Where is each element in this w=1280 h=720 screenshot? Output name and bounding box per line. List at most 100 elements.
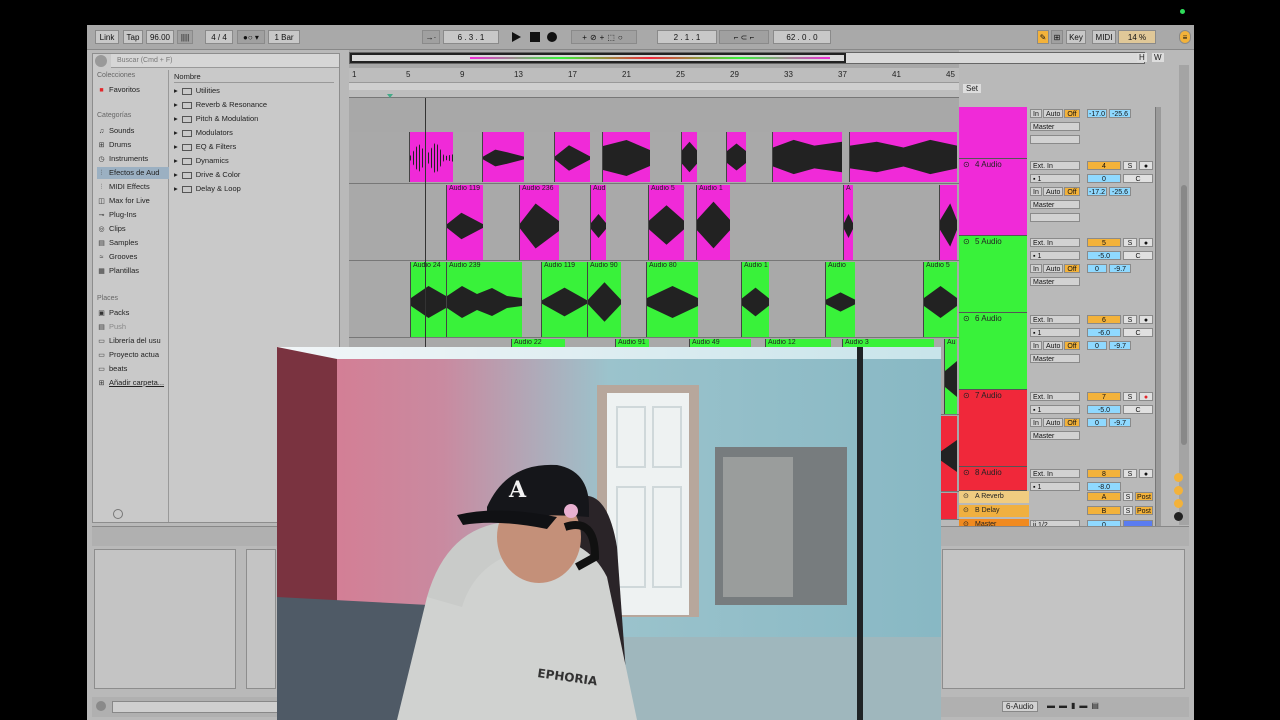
pan-field[interactable]: C (1123, 328, 1153, 337)
monitor-in-button[interactable]: In (1030, 109, 1042, 118)
sidebar-item-max-for-live[interactable]: ◫ Max for Live (97, 195, 169, 207)
list-item[interactable]: ▸ Drive & Color (174, 168, 334, 181)
solo-button[interactable]: S (1123, 469, 1137, 478)
overview-h-button[interactable]: H (1137, 53, 1147, 62)
output-select[interactable]: Master (1030, 122, 1080, 131)
audio-clip[interactable]: Audio 5 (648, 185, 684, 260)
volume-field[interactable]: -6.0 (1087, 328, 1121, 337)
menu-icon[interactable]: ≡ (1179, 30, 1191, 44)
track-header-5[interactable]: ⊙ 5 Audio (959, 236, 1027, 313)
input-channel-select[interactable]: ▪ 1 (1030, 251, 1080, 260)
return-track-a[interactable]: ⊙ A Reverb (959, 491, 1029, 503)
loop-brace-lane[interactable] (349, 82, 959, 90)
input-channel-select[interactable]: ▪ 1 (1030, 482, 1080, 491)
send-a-field[interactable]: 0 (1087, 264, 1107, 273)
tempo-field[interactable]: 96.00 (146, 30, 174, 44)
fold-icon[interactable]: ⊙ (963, 237, 970, 246)
start-marker-icon[interactable] (387, 94, 393, 98)
track-header-6[interactable]: ⊙ 6 Audio (959, 313, 1027, 390)
track-activator[interactable]: 4 (1087, 161, 1121, 170)
sidebar-item-grooves[interactable]: ≈ Grooves (97, 251, 169, 263)
sidebar-item-audio-effects[interactable]: ⫶ Efectos de Aud (97, 167, 169, 179)
monitor-in-button[interactable]: In (1030, 341, 1042, 350)
send-b-field[interactable]: -9.7 (1109, 264, 1131, 273)
io-toggle-icon[interactable] (1174, 473, 1183, 482)
automation-tools[interactable]: +⊘+⬚○ (571, 30, 637, 44)
keyboard-icon[interactable]: ⊞ (1051, 30, 1063, 44)
return-b-activator[interactable]: B (1087, 506, 1121, 515)
sidebar-item-user-library[interactable]: ▭ Librería del usu (97, 335, 169, 347)
play-icon[interactable] (512, 32, 521, 42)
overview-w-button[interactable]: W (1152, 53, 1164, 62)
arm-button[interactable]: ● (1139, 392, 1153, 401)
input-type-select[interactable]: Ext. In (1030, 392, 1080, 401)
fold-icon[interactable]: ⊙ (963, 160, 970, 169)
loop-start-field[interactable]: 2 . 1 . 1 (657, 30, 717, 44)
send-b-field[interactable]: -9.7 (1109, 418, 1131, 427)
output-channel-select[interactable] (1030, 213, 1080, 222)
scrollbar-thumb[interactable] (1181, 185, 1187, 445)
post-button[interactable]: Post (1135, 506, 1153, 515)
monitor-in-button[interactable]: In (1030, 264, 1042, 273)
volume-field[interactable]: -17.0 (1087, 109, 1107, 118)
send-b-field[interactable]: -9.7 (1109, 341, 1131, 350)
track-header-4[interactable]: ⊙ 4 Audio (959, 159, 1027, 236)
fold-icon[interactable]: ⊙ (963, 505, 969, 517)
monitor-auto-button[interactable]: Auto (1043, 109, 1063, 118)
audio-clip[interactable]: Audio 239 (446, 262, 522, 337)
list-item[interactable]: ▸ Utilities (174, 84, 334, 97)
audio-clip[interactable]: Audio 90 (587, 262, 621, 337)
monitor-off-button[interactable]: Off (1064, 418, 1080, 427)
input-type-select[interactable]: Ext. In (1030, 469, 1080, 478)
audio-clip[interactable] (482, 132, 524, 182)
audio-clip[interactable] (939, 416, 957, 491)
key-map-button[interactable]: Key (1066, 30, 1086, 44)
list-item[interactable]: ▸ EQ & Filters (174, 140, 334, 153)
input-type-select[interactable]: Ext. In (1030, 161, 1080, 170)
sidebar-item-samples[interactable]: ▤ Samples (97, 237, 169, 249)
monitor-off-button[interactable]: Off (1064, 341, 1080, 350)
sidebar-item-midi-effects[interactable]: ⫶ MIDI Effects (97, 181, 169, 193)
monitor-in-button[interactable]: In (1030, 187, 1042, 196)
post-button[interactable]: Post (1135, 492, 1153, 501)
monitor-off-button[interactable]: Off (1064, 264, 1080, 273)
pan-field[interactable]: -25.6 (1109, 109, 1131, 118)
pan-value-field[interactable]: -25.6 (1109, 187, 1131, 196)
browser-toggle-icon[interactable] (95, 55, 107, 67)
monitor-off-button[interactable]: Off (1064, 187, 1080, 196)
output-select[interactable]: Master (1030, 354, 1080, 363)
link-button[interactable]: Link (95, 30, 119, 44)
arm-button[interactable]: ● (1139, 315, 1153, 324)
audio-clip[interactable] (681, 132, 697, 182)
output-select[interactable]: Master (1030, 431, 1080, 440)
nudge-icon[interactable]: |||| (177, 30, 193, 44)
audio-clip[interactable]: Audio 119 (446, 185, 483, 260)
audio-clip[interactable] (849, 132, 957, 182)
audio-clip[interactable] (409, 132, 453, 182)
track-activator[interactable]: 8 (1087, 469, 1121, 478)
track-activator[interactable]: 6 (1087, 315, 1121, 324)
record-icon[interactable] (547, 32, 557, 42)
track-header-3[interactable] (959, 107, 1027, 159)
input-channel-select[interactable]: ▪ 1 (1030, 405, 1080, 414)
follow-icon[interactable]: →· (422, 30, 440, 44)
audio-clip[interactable]: Aud (590, 185, 606, 260)
solo-button[interactable]: S (1123, 392, 1137, 401)
fold-icon[interactable]: ⊙ (963, 391, 970, 400)
sidebar-item-favorites[interactable]: ■ Favoritos (97, 84, 169, 96)
sidebar-item-templates[interactable]: ▦ Plantillas (97, 265, 169, 277)
volume-field[interactable]: -5.0 (1087, 251, 1121, 260)
track-header-7[interactable]: ⊙ 7 Audio (959, 390, 1027, 467)
monitor-auto-button[interactable]: Auto (1043, 341, 1063, 350)
set-button[interactable]: Set (963, 84, 982, 93)
overview-strip[interactable] (349, 52, 1145, 64)
input-type-select[interactable]: Ext. In (1030, 315, 1080, 324)
solo-button[interactable]: S (1123, 315, 1137, 324)
audio-clip[interactable]: Audio 5 (923, 262, 957, 337)
arm-button[interactable]: ● (1139, 161, 1153, 170)
input-type-select[interactable]: Ext. In (1030, 238, 1080, 247)
pan-field[interactable]: C (1123, 405, 1153, 414)
audio-clip[interactable]: Au (944, 339, 957, 414)
sidebar-item-instruments[interactable]: ◷ Instruments (97, 153, 169, 165)
midi-map-button[interactable]: MIDI (1092, 30, 1116, 44)
